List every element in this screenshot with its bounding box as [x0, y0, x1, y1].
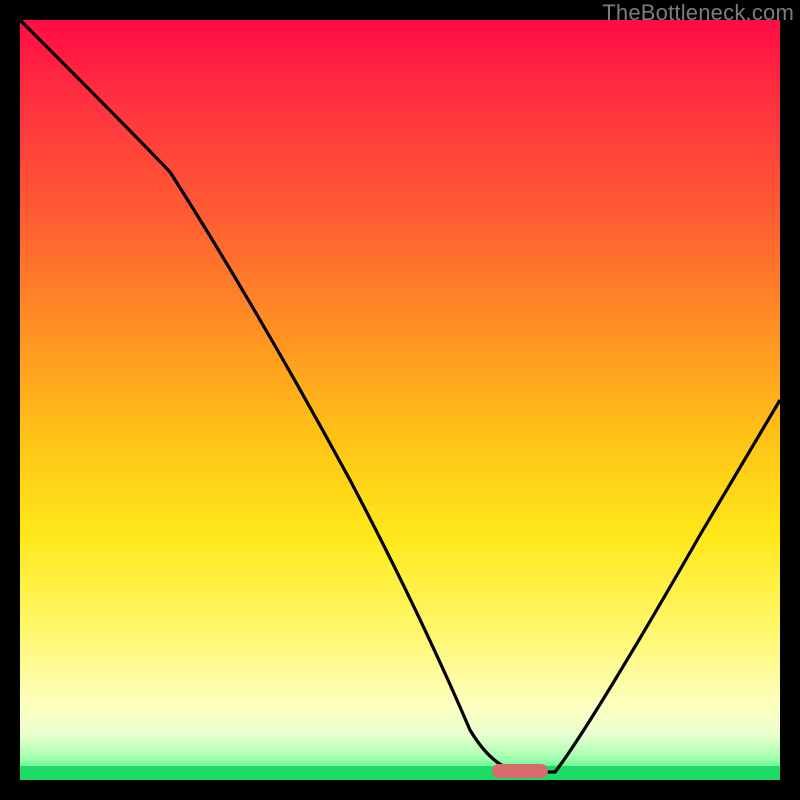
- valley-marker: [492, 764, 548, 778]
- bottleneck-curve: [20, 20, 780, 772]
- plot-area: [20, 20, 780, 780]
- chart-frame: TheBottleneck.com: [0, 0, 800, 800]
- curve-layer: [20, 20, 780, 780]
